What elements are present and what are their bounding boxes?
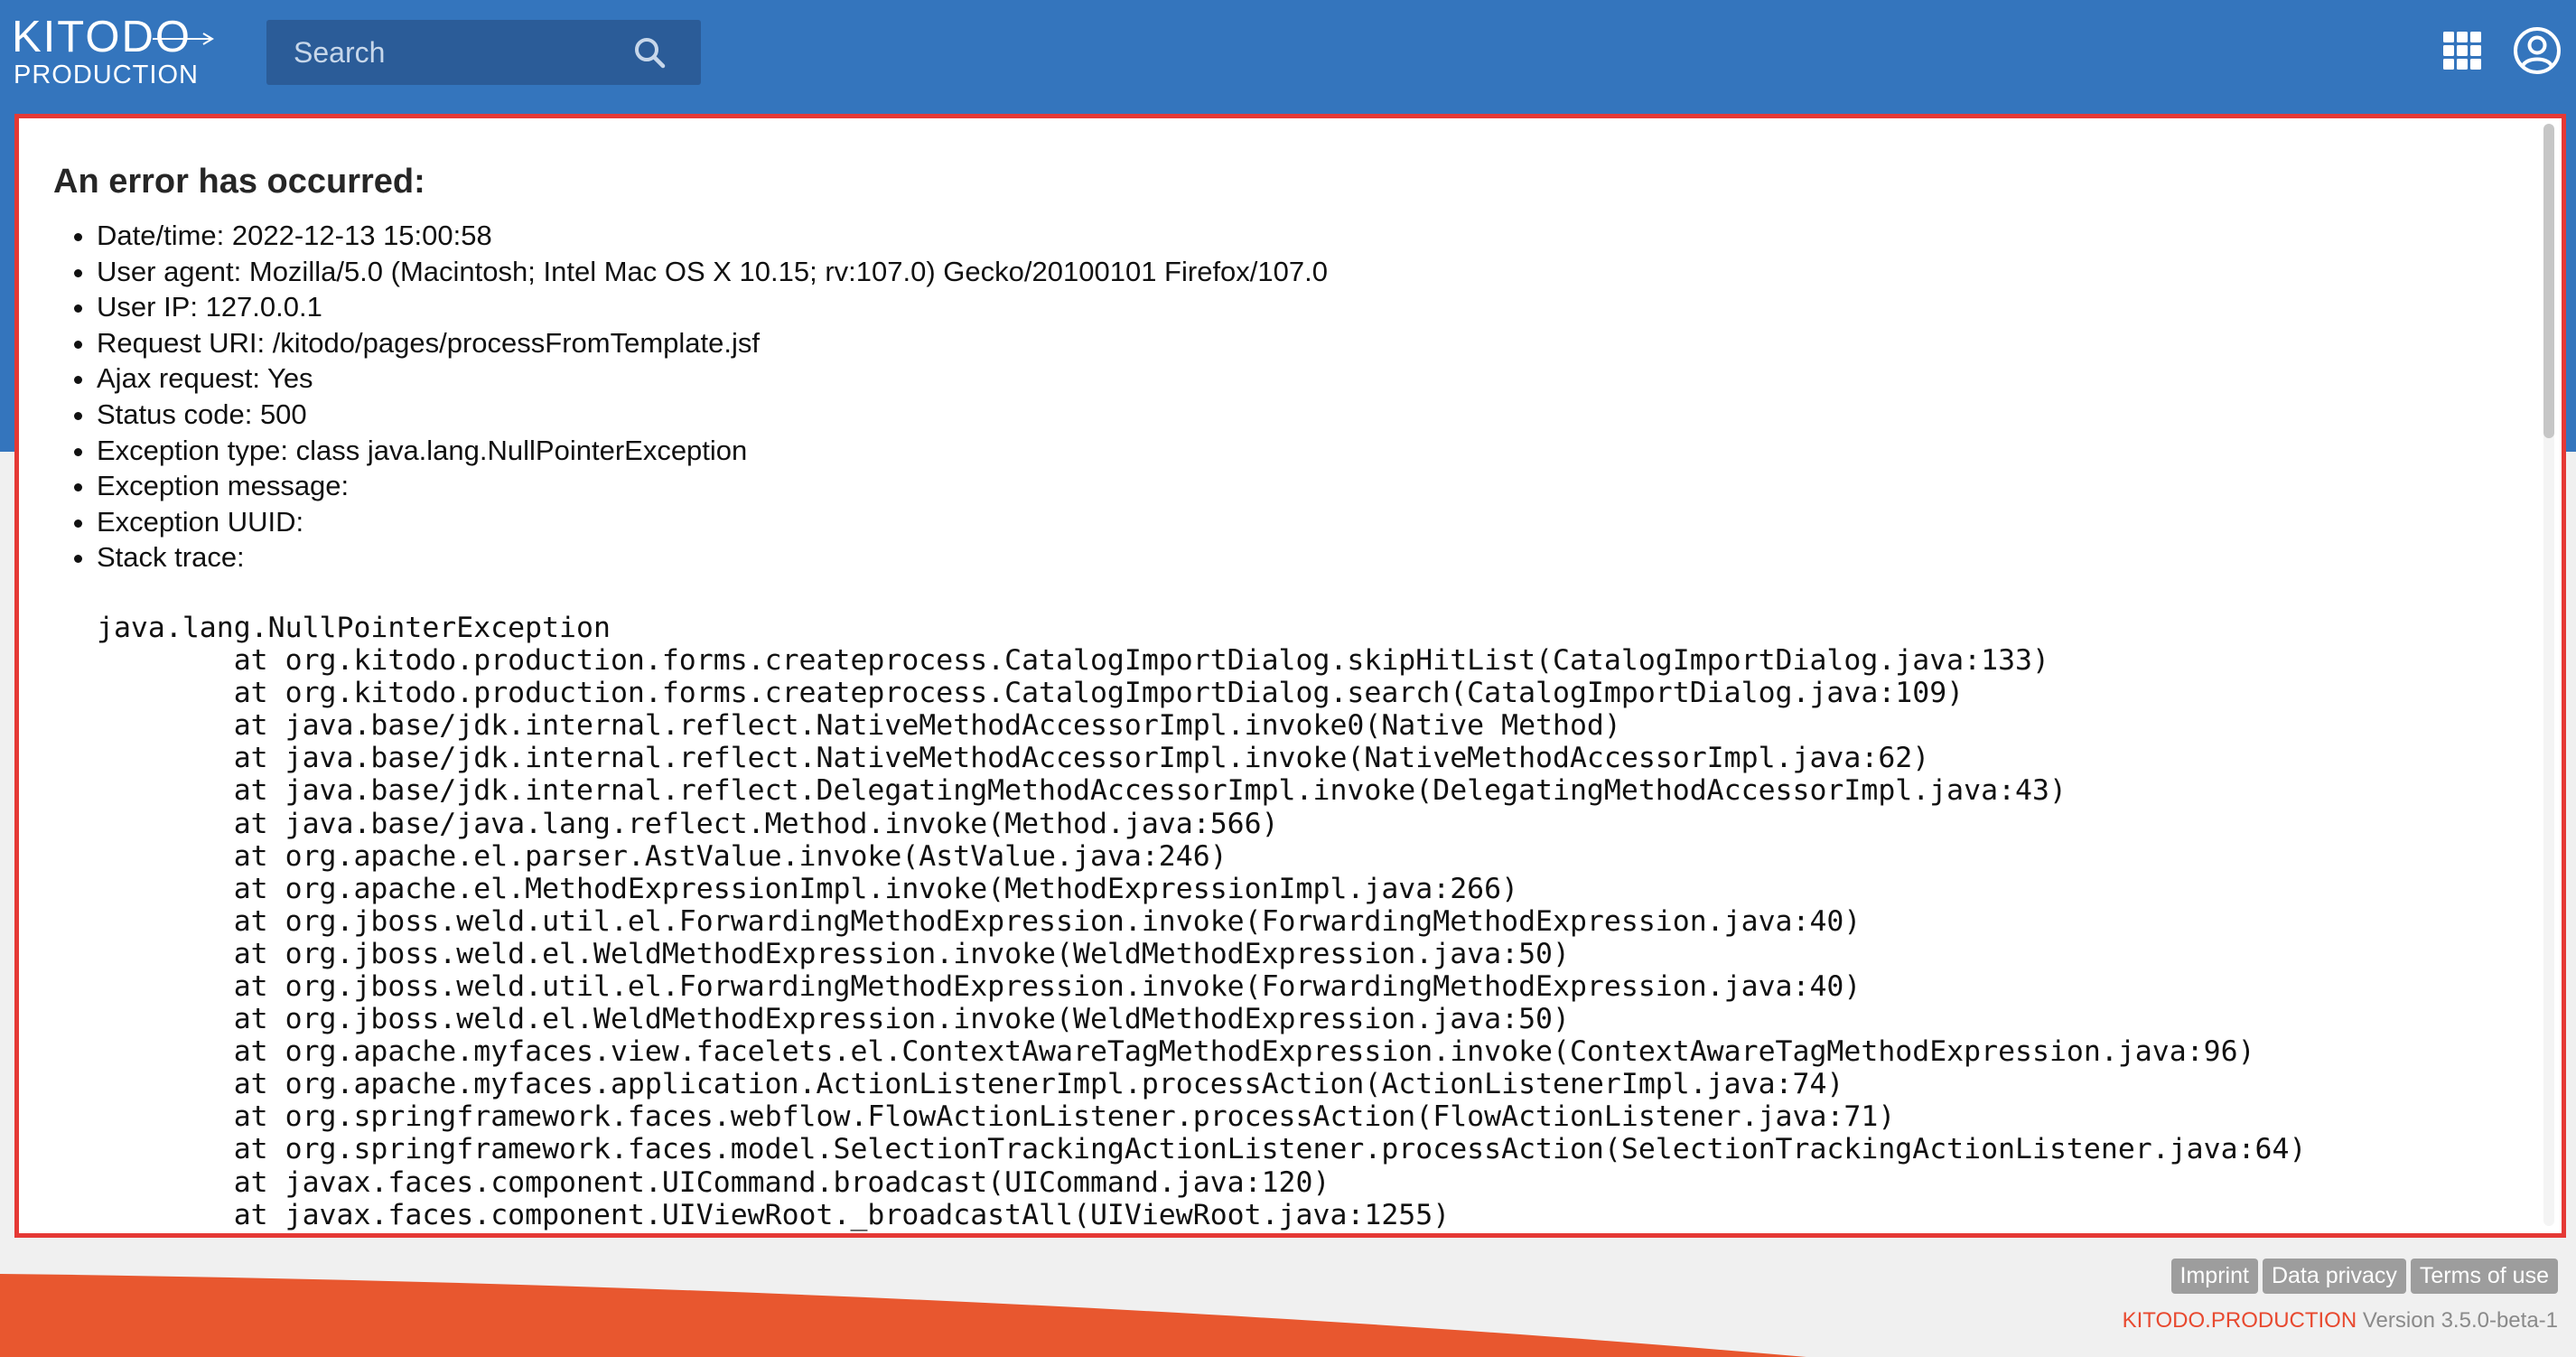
detail-user-ip: User IP: 127.0.0.1 [97, 289, 2562, 325]
version-info: KITODO.PRODUCTION Version 3.5.0-beta-1 [2123, 1307, 2558, 1334]
scrollbar-thumb[interactable] [2543, 124, 2554, 438]
detail-datetime: Date/time: 2022-12-13 15:00:58 [97, 218, 2562, 254]
user-circle-icon[interactable] [2512, 25, 2562, 76]
footer-links: Imprint Data privacy Terms of use [2170, 1259, 2558, 1294]
top-bar: KITODO PRODUCTION [0, 0, 2576, 114]
logo-swoosh-icon [153, 33, 214, 45]
kitodo-logo[interactable]: KITODO PRODUCTION [12, 14, 214, 92]
search-icon[interactable] [630, 33, 671, 74]
data-privacy-link[interactable]: Data privacy [2262, 1259, 2406, 1294]
detail-ajax-request: Ajax request: Yes [97, 360, 2562, 397]
error-dialog: An error has occurred: Date/time: 2022-1… [14, 114, 2566, 1238]
error-content: An error has occurred: Date/time: 2022-1… [19, 118, 2562, 1233]
dialog-scrollbar[interactable] [2543, 124, 2554, 1226]
search-input[interactable] [266, 20, 655, 85]
product-name: KITODO.PRODUCTION [2122, 1308, 2357, 1333]
detail-exception-uuid: Exception UUID: [97, 504, 2562, 540]
detail-exception-message: Exception message: [97, 468, 2562, 504]
detail-user-agent: User agent: Mozilla/5.0 (Macintosh; Inte… [97, 254, 2562, 290]
detail-request-uri: Request URI: /kitodo/pages/processFromTe… [97, 325, 2562, 361]
terms-of-use-link[interactable]: Terms of use [2410, 1259, 2558, 1294]
version-label: Version 3.5.0-beta-1 [2362, 1308, 2558, 1333]
apps-grid-icon[interactable] [2441, 30, 2483, 71]
detail-status-code: Status code: 500 [97, 397, 2562, 433]
error-title: An error has occurred: [53, 163, 425, 201]
imprint-link[interactable]: Imprint [2170, 1259, 2258, 1294]
detail-stack-trace-label: Stack trace: [97, 539, 2562, 576]
detail-exception-type: Exception type: class java.lang.NullPoin… [97, 433, 2562, 469]
error-details-list: Date/time: 2022-12-13 15:00:58 User agen… [53, 218, 2562, 576]
search-box [266, 20, 701, 85]
logo-subtitle: PRODUCTION [14, 61, 199, 89]
stack-trace: java.lang.NullPointerException at org.ki… [97, 611, 2307, 1233]
